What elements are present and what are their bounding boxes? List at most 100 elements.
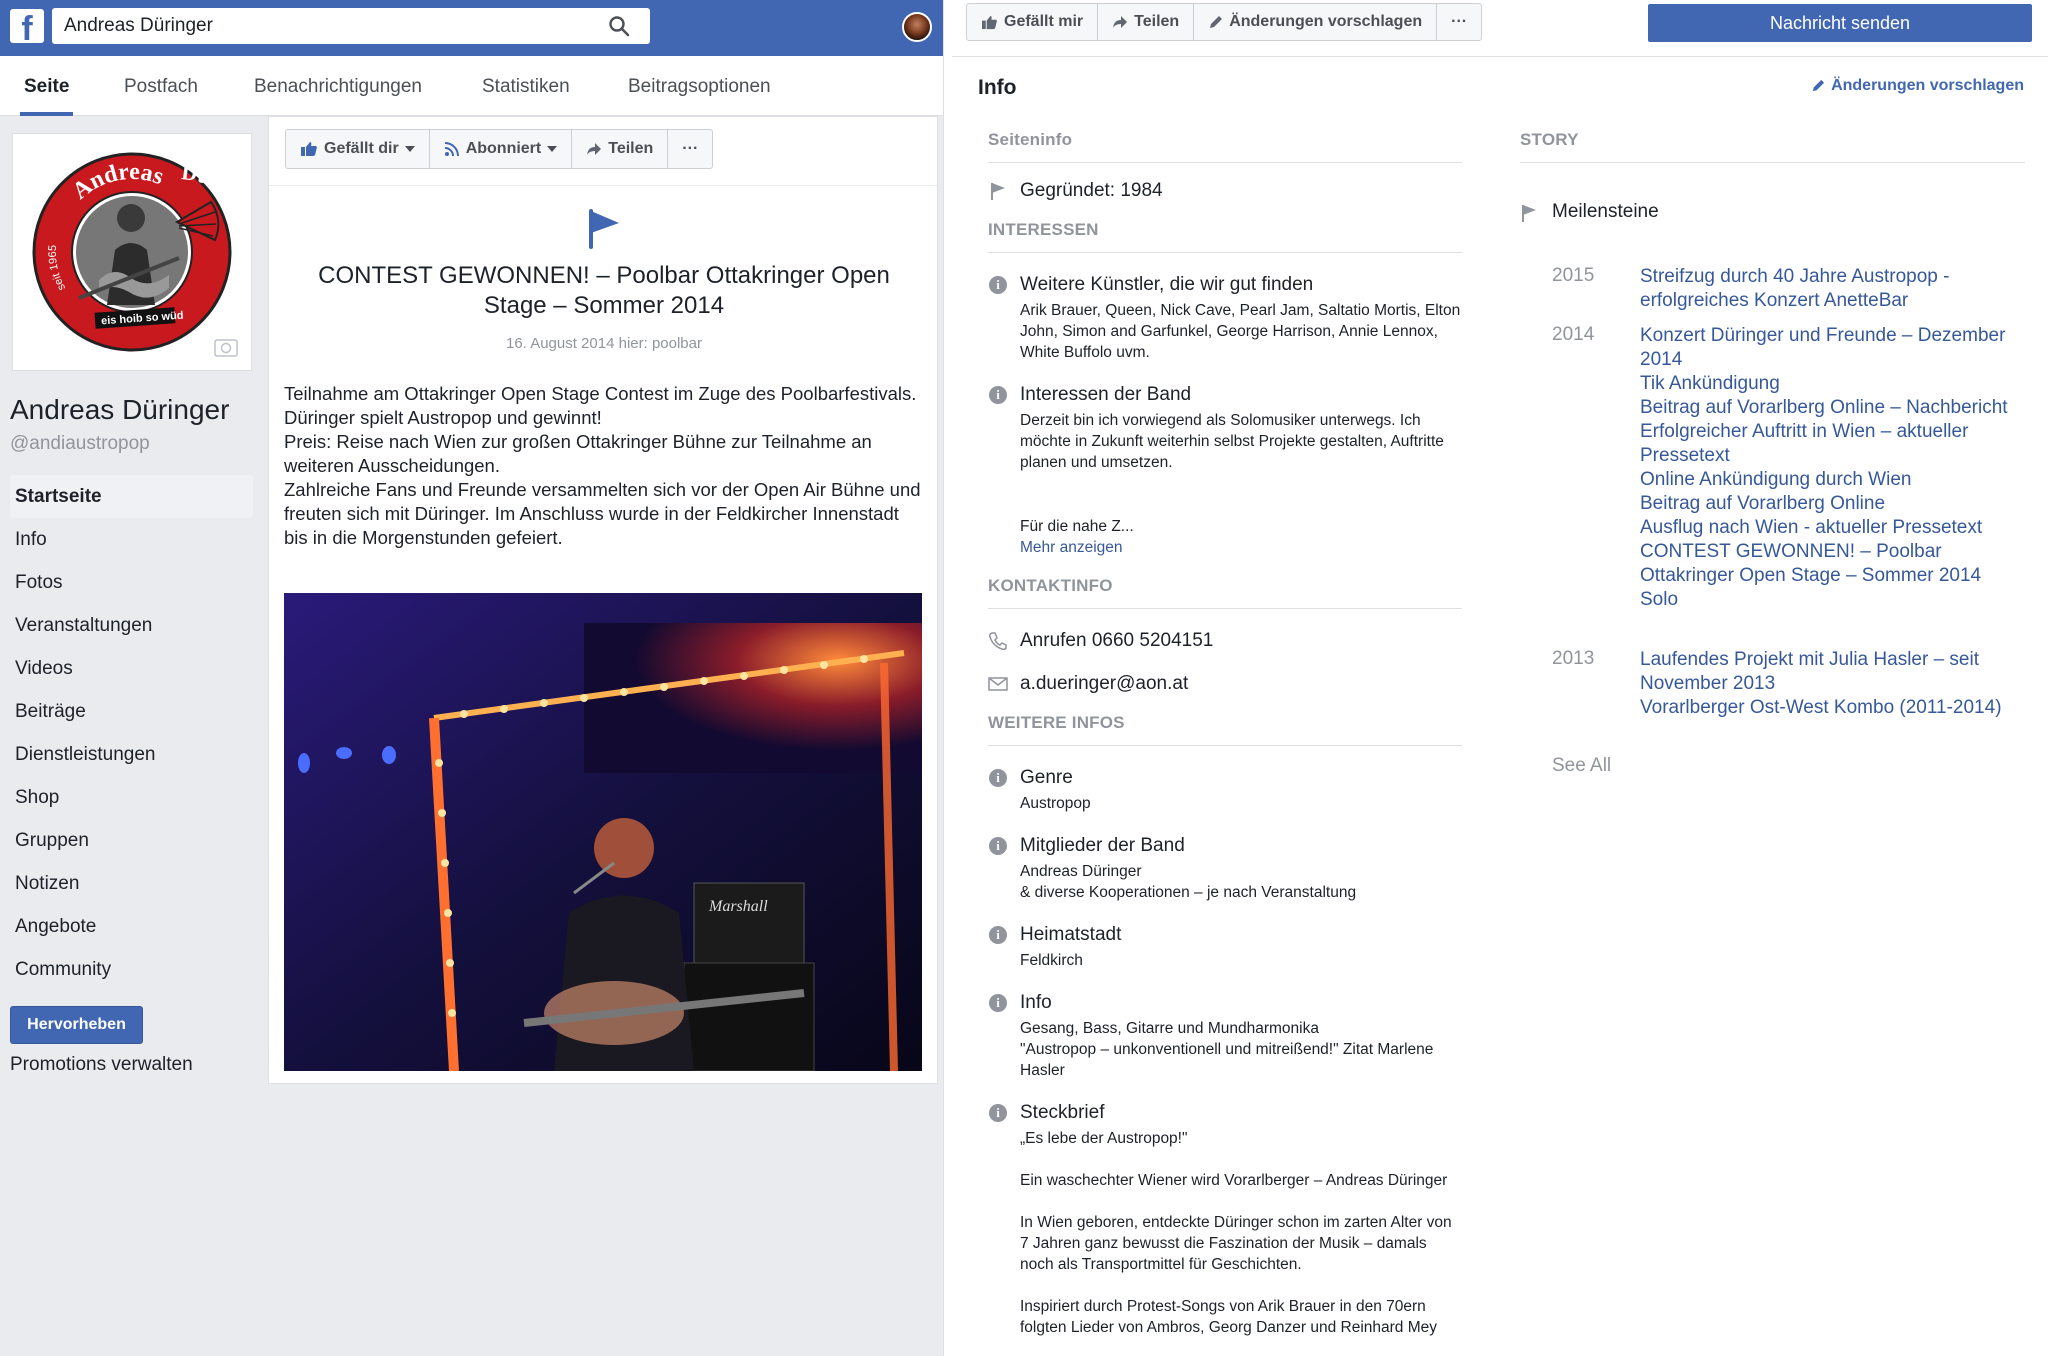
- milestones-heading: Meilensteine: [1520, 201, 2025, 223]
- post-card: Gefällt dir Abonniert Teilen ··· CONTEST…: [268, 116, 938, 1084]
- nav-gruppen[interactable]: Gruppen: [10, 819, 253, 862]
- like-page-button[interactable]: Gefällt dir: [286, 130, 430, 168]
- phone-icon: [988, 631, 1008, 651]
- page-tabs: Seite Postfach Benachrichtigungen Statis…: [0, 56, 943, 116]
- nav-info[interactable]: Info: [10, 518, 253, 561]
- section-heading-kontaktinfo: KONTAKTINFO: [988, 576, 1462, 609]
- milestone-link[interactable]: Tik Ankündigung: [1640, 372, 2010, 396]
- camera-icon[interactable]: [214, 339, 238, 357]
- nav-videos[interactable]: Videos: [10, 647, 253, 690]
- section-heading-interessen: INTERESSEN: [988, 220, 1462, 253]
- caret-down-icon: [547, 146, 558, 152]
- members-row: i Mitglieder der Band Andreas Düringer &…: [988, 834, 1462, 903]
- nav-notizen[interactable]: Notizen: [10, 862, 253, 905]
- user-avatar[interactable]: [902, 12, 932, 42]
- hometown-title: Heimatstadt: [1020, 924, 1122, 945]
- milestone-link[interactable]: CONTEST GEWONNEN! – Poolbar Ottakringer …: [1640, 540, 2010, 588]
- follow-button[interactable]: Abonniert: [430, 130, 573, 168]
- post-date[interactable]: 16. August 2014 hier: poolbar: [289, 335, 919, 352]
- promote-button[interactable]: Hervorheben: [10, 1006, 143, 1044]
- milestone-link[interactable]: Laufendes Projekt mit Julia Hasler – sei…: [1640, 648, 2010, 696]
- profile-picture[interactable]: Andreas Düringer seit 1965 eis hoib so w…: [12, 133, 267, 371]
- right-pane: Gefällt mir Teilen Änderungen vorschlage…: [952, 0, 2048, 1356]
- tab-benachrichtigungen[interactable]: Benachrichtigungen: [250, 56, 426, 116]
- page-name[interactable]: Andreas Düringer: [10, 394, 229, 426]
- milestone-link[interactable]: Erfolgreicher Auftritt in Wien – aktuell…: [1640, 420, 2010, 468]
- info-heading: Info: [978, 76, 1017, 99]
- share-page-button[interactable]: Teilen: [572, 130, 669, 168]
- milestone-link[interactable]: Vorarlberger Ost-West Kombo (2011-2014): [1640, 696, 2010, 720]
- like-label: Gefällt mir: [1004, 13, 1084, 30]
- pencil-icon: [1811, 79, 1825, 93]
- band-interests-title: Interessen der Band: [1020, 384, 1192, 405]
- tab-seite[interactable]: Seite: [20, 56, 74, 116]
- hometown-row: i Heimatstadt Feldkirch: [988, 923, 1462, 971]
- page-action-bar: Gefällt dir Abonniert Teilen ···: [285, 129, 714, 169]
- milestone-link[interactable]: Beitrag auf Vorarlberg Online: [1640, 492, 2010, 516]
- search-icon[interactable]: [604, 12, 634, 40]
- thumbs-up-icon: [300, 141, 318, 157]
- share-label: Teilen: [1134, 13, 1180, 30]
- milestone-list-2014: Konzert Düringer und Freunde – Dezember …: [1640, 324, 2010, 612]
- caret-down-icon: [404, 146, 415, 152]
- nav-startseite[interactable]: Startseite: [10, 475, 253, 518]
- page-handle[interactable]: @andiaustropop: [10, 433, 150, 455]
- nav-angebote[interactable]: Angebote: [10, 905, 253, 948]
- show-more-link[interactable]: Mehr anzeigen: [1020, 539, 1123, 556]
- tab-beitragsoptionen[interactable]: Beitragsoptionen: [624, 56, 775, 116]
- steckbrief-text: „Es lebe der Austropop!" Ein waschechter…: [1020, 1130, 1452, 1336]
- phone-row[interactable]: Anrufen 0660 5204151: [988, 629, 1462, 652]
- left-navigation: Startseite Info Fotos Veranstaltungen Vi…: [10, 475, 253, 991]
- divider: [952, 56, 2048, 57]
- nav-fotos[interactable]: Fotos: [10, 561, 253, 604]
- nav-community[interactable]: Community: [10, 948, 253, 991]
- send-message-button[interactable]: Nachricht senden: [1648, 4, 2032, 42]
- info-title: Info: [1020, 992, 1052, 1013]
- amp-brand-text: Marshall: [708, 898, 768, 915]
- milestones-label: Meilensteine: [1552, 201, 1659, 222]
- genre-text: Austropop: [1020, 795, 1091, 812]
- share-arrow-icon: [1112, 15, 1128, 29]
- more-options-button[interactable]: ···: [1437, 4, 1481, 40]
- post-body: Teilnahme am Ottakringer Open Stage Cont…: [284, 382, 924, 550]
- milestone-link[interactable]: Streifzug durch 40 Jahre Austropop - erf…: [1640, 265, 2010, 313]
- facebook-logo-icon[interactable]: f: [10, 9, 44, 43]
- milestone-year: 2013: [1552, 648, 1595, 669]
- info-icon: i: [988, 1103, 1008, 1123]
- milestone-link[interactable]: Beitrag auf Vorarlberg Online – Nachberi…: [1640, 396, 2010, 420]
- suggest-edits-button[interactable]: Änderungen vorschlagen: [1194, 4, 1438, 40]
- share-button[interactable]: Teilen: [1098, 4, 1195, 40]
- section-heading-seiteninfo: Seiteninfo: [988, 130, 1462, 163]
- section-heading-weitere-infos: WEITERE INFOS: [988, 713, 1462, 746]
- divider: [269, 185, 937, 186]
- band-interests-text: Derzeit bin ich vorwiegend als Solomusik…: [1020, 412, 1444, 471]
- pane-divider: [943, 0, 952, 1356]
- members-title: Mitglieder der Band: [1020, 835, 1185, 856]
- like-button[interactable]: Gefällt mir: [967, 4, 1099, 40]
- manage-promotions-link[interactable]: Promotions verwalten: [10, 1054, 193, 1076]
- tab-statistiken[interactable]: Statistiken: [478, 56, 574, 116]
- nav-veranstaltungen[interactable]: Veranstaltungen: [10, 604, 253, 647]
- post-paragraph: Preis: Reise nach Wien zur großen Ottakr…: [284, 431, 872, 476]
- search-input[interactable]: [52, 8, 650, 44]
- milestone-link[interactable]: Solo: [1640, 588, 2010, 612]
- email-link[interactable]: a.dueringer@aon.at: [1020, 672, 1462, 695]
- suggest-edits-link[interactable]: Änderungen vorschlagen: [1811, 77, 2024, 95]
- milestone-link[interactable]: Konzert Düringer und Freunde – Dezember …: [1640, 324, 2010, 372]
- milestone-link[interactable]: Online Ankündigung durch Wien: [1640, 468, 2010, 492]
- nav-beitraege[interactable]: Beiträge: [10, 690, 253, 733]
- band-interests-more: Für die nahe Z... Mehr anzeigen: [1020, 495, 1462, 558]
- info-column: Seiteninfo Gegründet: 1984 INTERESSEN i …: [988, 130, 1462, 1338]
- email-row[interactable]: a.dueringer@aon.at: [988, 672, 1462, 695]
- nav-shop[interactable]: Shop: [10, 776, 253, 819]
- milestone-link[interactable]: Ausflug nach Wien - aktueller Pressetext: [1640, 516, 2010, 540]
- tab-postfach[interactable]: Postfach: [120, 56, 202, 116]
- more-options-button[interactable]: ···: [668, 130, 712, 168]
- phone-text[interactable]: Anrufen 0660 5204151: [1020, 629, 1462, 652]
- see-all-link[interactable]: See All: [1552, 755, 1611, 777]
- founded-row: Gegründet: 1984: [988, 179, 1462, 202]
- band-interests-row: i Interessen der Band Derzeit bin ich vo…: [988, 383, 1462, 558]
- post-photo[interactable]: Marshall: [284, 593, 922, 1071]
- nav-dienstleistungen[interactable]: Dienstleistungen: [10, 733, 253, 776]
- artists-title: Weitere Künstler, die wir gut finden: [1020, 274, 1314, 295]
